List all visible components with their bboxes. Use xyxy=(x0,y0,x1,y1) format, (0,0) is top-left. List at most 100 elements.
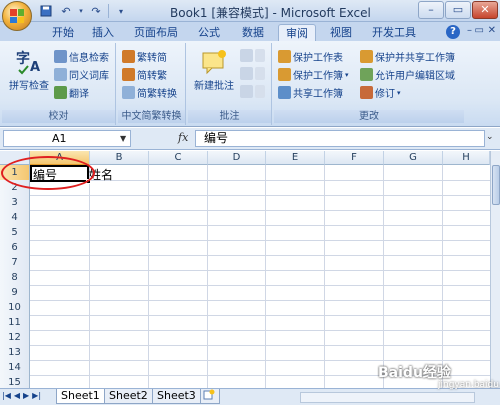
name-box-dropdown-icon[interactable]: ▼ xyxy=(120,134,126,143)
row-header-15[interactable]: 15 xyxy=(0,375,30,388)
tab-insert[interactable]: 插入 xyxy=(86,24,120,41)
grid-line xyxy=(30,225,490,226)
watermark-subtext: jingyan.baidu.com xyxy=(438,380,500,390)
grid-line xyxy=(30,300,490,301)
track-changes-label: 修订 xyxy=(375,89,395,100)
to-traditional-button[interactable]: 简转繁 xyxy=(122,67,167,82)
formula-bar: A1 ▼ fx 编号 ⌄ xyxy=(0,128,500,150)
grid-line xyxy=(442,165,443,388)
ribbon-restore-icon[interactable]: ▭ xyxy=(475,25,484,36)
tab-home[interactable]: 开始 xyxy=(46,24,80,41)
column-header-e[interactable]: E xyxy=(266,151,325,165)
row-header-10[interactable]: 10 xyxy=(0,300,30,316)
workbook-lock-icon xyxy=(278,68,291,81)
row-header-14[interactable]: 14 xyxy=(0,360,30,376)
sheet-tab-3[interactable]: Sheet3 xyxy=(152,389,201,404)
spell-check-label: 拼写检查 xyxy=(9,81,49,92)
vertical-scrollbar[interactable] xyxy=(490,151,500,388)
next-sheet-icon[interactable]: ▶ xyxy=(23,391,29,400)
row-header-3[interactable]: 3 xyxy=(0,195,30,211)
save-icon[interactable] xyxy=(38,3,54,19)
comment-delete-icon[interactable] xyxy=(240,49,265,62)
row-header-9[interactable]: 9 xyxy=(0,285,30,301)
ribbon-minimize-icon[interactable]: – xyxy=(467,25,472,36)
research-button[interactable]: 信息检索 xyxy=(54,49,109,64)
row-header-4[interactable]: 4 xyxy=(0,210,30,226)
horizontal-scrollbar[interactable] xyxy=(300,392,475,403)
thesaurus-button[interactable]: 同义词库 xyxy=(54,67,109,82)
track-changes-button[interactable]: 修订 ▾ xyxy=(360,85,401,100)
tab-developer[interactable]: 开发工具 xyxy=(366,24,422,41)
insert-function-icon[interactable]: fx xyxy=(178,131,188,144)
to-traditional-label: 简转繁 xyxy=(137,71,167,82)
allow-edit-ranges-button[interactable]: 允许用户编辑区域 xyxy=(360,67,455,82)
undo-dropdown-icon[interactable]: ▾ xyxy=(78,3,84,19)
formula-input[interactable]: 编号 xyxy=(195,130,485,147)
prev-sheet-icon[interactable]: ◀ xyxy=(14,391,20,400)
sheet-tab-1[interactable]: Sheet1 xyxy=(56,389,105,404)
window-title: Book1 [兼容模式] - Microsoft Excel xyxy=(170,6,371,20)
grid-line xyxy=(30,315,490,316)
protect-share-button[interactable]: 保护并共享工作簿 xyxy=(360,49,455,64)
share-workbook-button[interactable]: 共享工作簿 xyxy=(278,85,343,100)
row-header-12[interactable]: 12 xyxy=(0,330,30,346)
vertical-scroll-thumb[interactable] xyxy=(492,165,500,205)
undo-icon[interactable]: ↶ xyxy=(58,3,74,19)
comments-group: 新建批注 批注 xyxy=(188,43,272,125)
row-header-13[interactable]: 13 xyxy=(0,345,30,361)
qat-separator xyxy=(108,4,109,18)
comment-prev-icon[interactable] xyxy=(240,67,265,80)
comment-show-icon[interactable] xyxy=(240,85,265,98)
column-header-c[interactable]: C xyxy=(149,151,208,165)
new-comment-button[interactable]: 新建批注 xyxy=(190,47,238,92)
grid-line xyxy=(265,165,266,388)
row-header-11[interactable]: 11 xyxy=(0,315,30,331)
translate-button[interactable]: 翻译 xyxy=(54,85,89,100)
to-simplified-button[interactable]: 繁转简 xyxy=(122,49,167,64)
grid-line xyxy=(30,240,490,241)
column-header-h[interactable]: H xyxy=(443,151,490,165)
column-header-g[interactable]: G xyxy=(384,151,443,165)
thesaurus-icon xyxy=(54,68,67,81)
protect-sheet-label: 保护工作表 xyxy=(293,53,343,64)
tab-formulas[interactable]: 公式 xyxy=(192,24,226,41)
tab-page-layout[interactable]: 页面布局 xyxy=(128,24,184,41)
minimize-button[interactable]: – xyxy=(418,1,444,19)
help-icon[interactable]: ? xyxy=(446,25,460,39)
column-header-b[interactable]: B xyxy=(90,151,149,165)
name-box[interactable]: A1 xyxy=(3,130,131,147)
row-header-5[interactable]: 5 xyxy=(0,225,30,241)
redo-icon[interactable]: ↷ xyxy=(88,3,104,19)
office-button[interactable] xyxy=(2,1,32,31)
tab-data[interactable]: 数据 xyxy=(236,24,270,41)
research-icon xyxy=(54,50,67,63)
allow-edit-icon xyxy=(360,68,373,81)
column-header-d[interactable]: D xyxy=(208,151,266,165)
insert-sheet-icon[interactable] xyxy=(200,389,220,404)
grid-line xyxy=(30,330,490,331)
conversion-label: 简繁转换 xyxy=(137,89,177,100)
ribbon-close-icon[interactable]: ✕ xyxy=(488,25,496,36)
tab-view[interactable]: 视图 xyxy=(324,24,358,41)
spell-check-button[interactable]: 字A 拼写检查 xyxy=(6,47,52,92)
thesaurus-label: 同义词库 xyxy=(69,71,109,82)
row-header-6[interactable]: 6 xyxy=(0,240,30,256)
close-button[interactable]: ✕ xyxy=(472,1,498,19)
column-header-f[interactable]: F xyxy=(325,151,384,165)
last-sheet-icon[interactable]: ▶| xyxy=(32,391,41,400)
row-header-8[interactable]: 8 xyxy=(0,270,30,286)
maximize-button[interactable]: ▭ xyxy=(445,1,471,19)
protect-workbook-button[interactable]: 保护工作簿 ▾ xyxy=(278,67,349,82)
protect-sheet-button[interactable]: 保护工作表 xyxy=(278,49,343,64)
worksheet-grid[interactable]: A B C D E F G H 1 2 3 4 5 6 7 8 9 10 11 … xyxy=(0,151,490,388)
sheet-tab-2[interactable]: Sheet2 xyxy=(104,389,153,404)
row-header-7[interactable]: 7 xyxy=(0,255,30,271)
qat-customize-icon[interactable]: ▾ xyxy=(113,3,129,19)
first-sheet-icon[interactable]: |◀ xyxy=(2,391,11,400)
translate-label: 翻译 xyxy=(69,89,89,100)
allow-edit-ranges-label: 允许用户编辑区域 xyxy=(375,71,455,82)
changes-group-label: 更改 xyxy=(274,110,464,123)
conversion-button[interactable]: 简繁转换 xyxy=(122,85,177,100)
tab-review[interactable]: 审阅 xyxy=(278,24,316,41)
formula-expand-icon[interactable]: ⌄ xyxy=(486,132,494,142)
